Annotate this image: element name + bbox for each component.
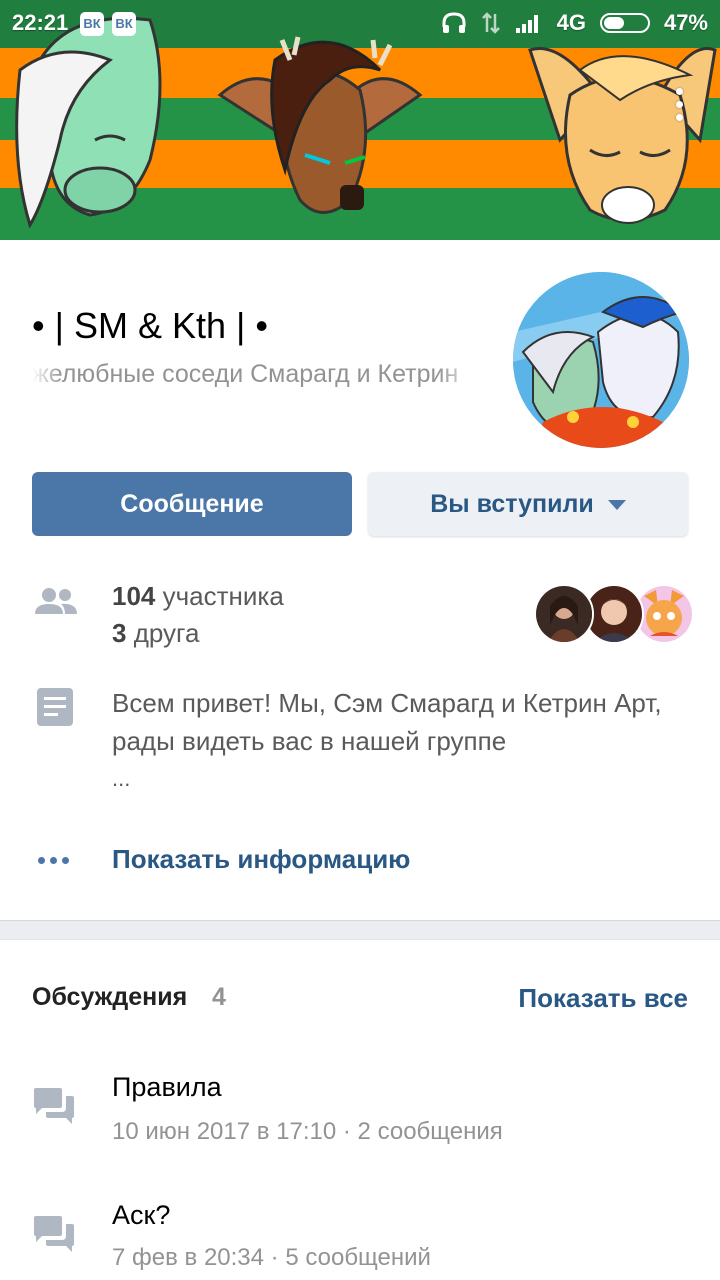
battery-level bbox=[603, 17, 624, 29]
status-time: 22:21 bbox=[12, 10, 69, 35]
discussions-title: Обсуждения bbox=[32, 983, 188, 1011]
cover-image: 22:21 ВК ВК 4G 47% bbox=[0, 0, 720, 240]
members-number: 104 bbox=[112, 581, 156, 611]
show-info-link[interactable]: Показать информацию bbox=[112, 844, 410, 875]
joined-button-label: Вы вступили bbox=[430, 489, 594, 518]
chevron-down-icon bbox=[607, 500, 626, 510]
friends-avatars[interactable] bbox=[534, 584, 694, 644]
vk-notification-icon: ВК bbox=[112, 12, 136, 36]
data-transfer-icon bbox=[481, 12, 500, 34]
description-icon bbox=[37, 688, 73, 726]
more-options-icon[interactable] bbox=[676, 88, 684, 127]
group-avatar[interactable] bbox=[513, 272, 689, 448]
joined-dropdown-button[interactable]: Вы вступили bbox=[368, 472, 688, 536]
battery-icon bbox=[599, 13, 650, 33]
more-dots-icon bbox=[38, 857, 69, 864]
status-bar: 22:21 ВК ВК 4G 47% bbox=[0, 0, 720, 48]
group-avatar-image bbox=[513, 272, 689, 448]
message-button-label: Сообщение bbox=[120, 489, 264, 518]
discussion-title: Правила bbox=[112, 1072, 222, 1102]
members-label: участника bbox=[162, 581, 284, 611]
friends-label: друга bbox=[133, 618, 200, 648]
group-status: желюбные соседи Смарагд и Кетрин bbox=[32, 360, 478, 389]
friends-number: 3 bbox=[112, 618, 127, 648]
discussion-icon bbox=[34, 1216, 74, 1252]
vk-notification-icon: ВК bbox=[80, 12, 104, 36]
members-count[interactable]: 104 участника bbox=[112, 581, 284, 612]
discussion-title: Аск? bbox=[112, 1200, 171, 1230]
description-ellipsis: ... bbox=[112, 766, 131, 791]
section-divider bbox=[0, 920, 720, 940]
network-type: 4G bbox=[556, 10, 586, 35]
headphones-icon bbox=[442, 12, 466, 33]
discussions-count: 4 bbox=[212, 983, 226, 1011]
discussion-meta: 10 июн 2017 в 17:10 · 2 сообщения bbox=[112, 1118, 503, 1145]
friends-count[interactable]: 3 друга bbox=[112, 618, 199, 649]
discussion-icon bbox=[34, 1088, 74, 1124]
battery-percent: 47% bbox=[663, 10, 708, 35]
signal-icon bbox=[515, 15, 538, 33]
group-title: • | SM & Kth | • bbox=[32, 305, 268, 346]
discussion-meta: 7 фев в 20:34 · 5 сообщений bbox=[112, 1244, 431, 1271]
avatar bbox=[534, 584, 594, 644]
show-all-discussions-link[interactable]: Показать все bbox=[518, 983, 688, 1014]
message-button[interactable]: Сообщение bbox=[32, 472, 352, 536]
members-icon bbox=[35, 588, 77, 614]
group-description: Всем привет! Мы, Сэм Смарагд и Кетрин Ар… bbox=[112, 688, 662, 756]
